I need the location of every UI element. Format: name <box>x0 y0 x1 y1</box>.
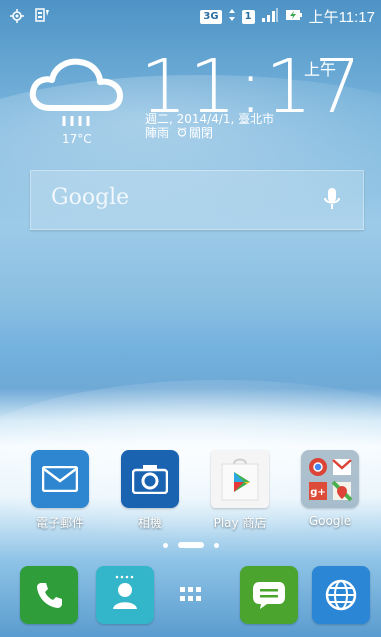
weather-condition: 陣雨 <box>145 126 170 140</box>
message-icon[interactable] <box>240 566 298 624</box>
app-email[interactable]: 電子郵件 <box>20 450 100 531</box>
app-play-store[interactable]: Play 商店 <box>200 450 280 531</box>
page-dot[interactable] <box>162 542 168 548</box>
globe-icon[interactable] <box>312 566 370 624</box>
app-label-email: 電子郵件 <box>35 516 84 530</box>
clock-ampm: 上午 <box>304 60 337 79</box>
status-time: 上午11:17 <box>308 9 375 26</box>
app-label-camera: 相機 <box>137 516 162 530</box>
signal-icon <box>261 7 279 26</box>
sim-battery-icon <box>34 7 50 27</box>
dock <box>0 566 381 636</box>
mail-icon <box>31 450 89 508</box>
page-dot[interactable] <box>213 542 219 548</box>
date-weather-info: 週二, 2014/4/1, 臺北市 陣雨 關閉 <box>145 112 274 140</box>
alarm-icon <box>177 126 187 140</box>
app-label-play-store: Play 商店 <box>213 516 267 530</box>
play-store-icon <box>211 450 269 508</box>
google-folder-icon: g+ <box>301 450 359 508</box>
contacts-icon[interactable] <box>96 566 154 624</box>
google-logo: Google <box>51 185 130 210</box>
app-camera[interactable]: 相機 <box>110 450 190 531</box>
network-type-badge: 3G <box>200 9 222 24</box>
battery-charging-icon <box>285 7 303 26</box>
temperature: 17°C <box>62 132 92 146</box>
weather-widget[interactable]: 17°C <box>28 52 128 162</box>
network-icon <box>228 7 236 26</box>
home-apps-row: 電子郵件 相機 Play 商店 g+ Google <box>0 450 381 540</box>
svg-text:g+: g+ <box>310 487 326 498</box>
camera-icon <box>121 450 179 508</box>
microphone-icon[interactable] <box>323 187 341 215</box>
grid-icon[interactable] <box>162 566 220 624</box>
status-bar[interactable]: 3G 1 上午11:17 <box>0 0 381 32</box>
app-google-folder[interactable]: g+ Google <box>290 450 370 528</box>
google-search-bar[interactable]: Google <box>30 170 364 230</box>
alarm-status: 關閉 <box>189 126 214 140</box>
phone-icon[interactable] <box>20 566 78 624</box>
app-label-google: Google <box>308 514 352 528</box>
location-icon <box>10 8 24 27</box>
page-indicator[interactable] <box>0 542 381 548</box>
page-dot-active[interactable] <box>177 542 204 548</box>
sim-slot-badge: 1 <box>241 9 255 24</box>
date-line: 週二, 2014/4/1, 臺北市 <box>145 112 275 126</box>
home-screen: 3G 1 上午11:17 17°C 11:17 上午 週二, 2014/4/1,… <box>0 0 381 637</box>
